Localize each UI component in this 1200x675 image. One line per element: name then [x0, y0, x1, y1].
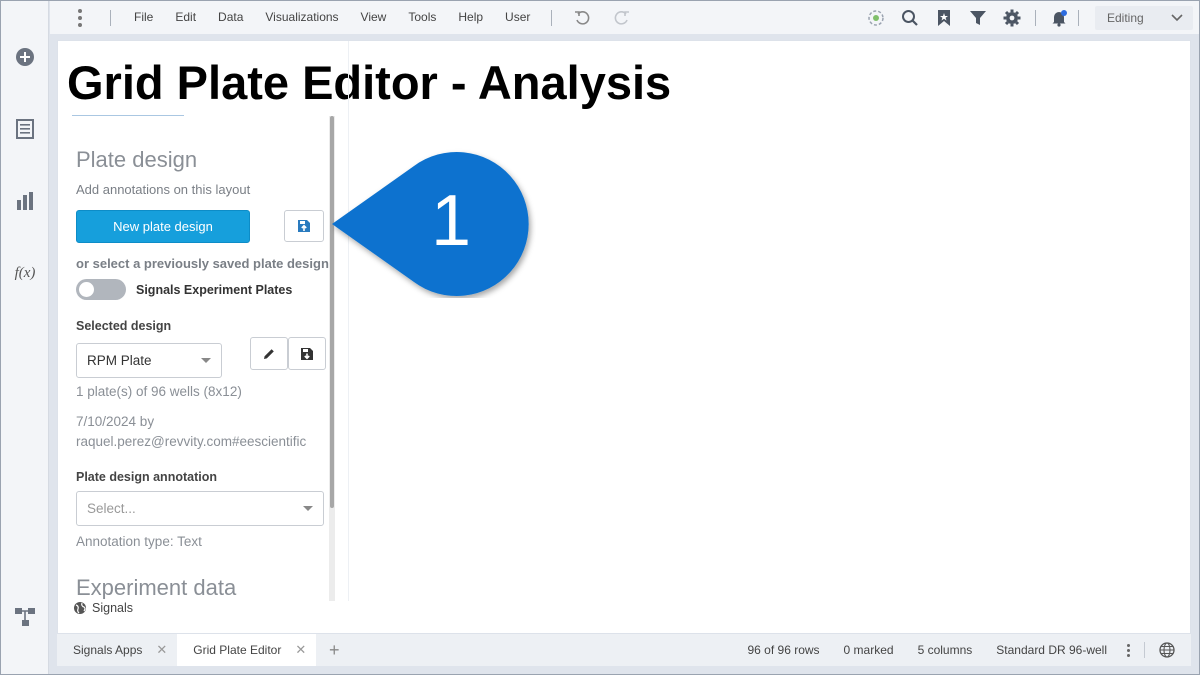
signals-label: Signals — [92, 601, 133, 615]
close-icon[interactable]: ✕ — [156, 642, 167, 658]
notifications-icon[interactable] — [1042, 1, 1076, 34]
status-columns: 5 columns — [917, 643, 973, 657]
close-icon[interactable]: ✕ — [295, 642, 306, 658]
panel-divider — [348, 41, 349, 601]
experiment-data-heading: Experiment data — [76, 575, 237, 599]
tab-label: Signals Apps — [73, 643, 143, 657]
toolbar-divider — [1078, 9, 1079, 26]
signals-plates-toggle[interactable] — [76, 279, 126, 300]
callout-number: 1 — [430, 181, 472, 261]
dropdown-caret-icon — [303, 506, 313, 511]
menu-visualizations[interactable]: Visualizations — [254, 1, 349, 34]
menu-user[interactable]: User — [494, 1, 541, 34]
undo-icon[interactable] — [572, 8, 592, 28]
bar-chart-icon[interactable] — [13, 189, 37, 213]
globe-icon — [74, 602, 86, 614]
signals-link[interactable]: Signals — [73, 601, 133, 615]
status-bar: 96 of 96 rows 0 marked 5 columns Standar… — [736, 634, 1192, 666]
toggle-knob — [79, 282, 94, 297]
menu-help[interactable]: Help — [447, 1, 494, 34]
bookmark-icon[interactable] — [927, 1, 961, 34]
tab-label: Grid Plate Editor — [193, 643, 282, 657]
search-icon[interactable] — [893, 1, 927, 34]
gear-icon[interactable] — [995, 1, 1029, 34]
function-icon[interactable]: f(x) — [13, 261, 37, 285]
status-table[interactable]: Standard DR 96-well — [984, 643, 1119, 657]
kebab-menu-icon[interactable] — [78, 8, 82, 27]
menu-file[interactable]: File — [123, 1, 164, 34]
toolbar-divider — [1035, 9, 1036, 26]
menu-tools[interactable]: Tools — [397, 1, 447, 34]
bottom-bar: Signals Apps ✕ Grid Plate Editor ✕ + 96 … — [57, 634, 1191, 666]
left-rail: f(x) — [1, 1, 49, 674]
page-title: Grid Plate Editor - Analysis — [67, 56, 672, 109]
toolbar-right: Editing — [859, 1, 1199, 34]
add-tab-button[interactable]: + — [316, 640, 352, 661]
menu-data[interactable]: Data — [207, 1, 254, 34]
annotation-type: Annotation type: Text — [76, 534, 202, 549]
annotation-placeholder: Select... — [87, 501, 136, 516]
menu-edit[interactable]: Edit — [164, 1, 207, 34]
import-icon — [298, 220, 310, 232]
new-plate-design-button[interactable]: New plate design — [76, 210, 250, 243]
save-icon — [301, 347, 313, 360]
design-date: 7/10/2024 by — [76, 414, 155, 429]
main-menu: File Edit Data Visualizations View Tools… — [123, 1, 541, 34]
add-icon[interactable] — [13, 45, 37, 69]
annotation-select[interactable]: Select... — [76, 491, 324, 526]
pencil-icon — [264, 348, 274, 359]
redo-icon[interactable] — [612, 8, 632, 28]
design-author: raquel.perez@revvity.com#eescientific — [76, 434, 307, 449]
or-select-text: or select a previously saved plate desig… — [76, 256, 329, 271]
document-icon[interactable] — [13, 117, 37, 141]
menubar: File Edit Data Visualizations View Tools… — [50, 1, 1199, 34]
menubar-divider — [551, 9, 553, 26]
filter-icon[interactable] — [961, 1, 995, 34]
selected-design-select[interactable]: RPM Plate — [76, 343, 222, 378]
status-more-icon[interactable] — [1119, 643, 1144, 657]
dropdown-caret-icon — [201, 358, 211, 363]
data-canvas-icon[interactable] — [13, 605, 37, 629]
selected-design-label: Selected design — [76, 319, 172, 333]
chevron-down-icon — [1171, 13, 1183, 21]
menu-view[interactable]: View — [350, 1, 398, 34]
tab-signals-apps[interactable]: Signals Apps ✕ — [57, 634, 177, 666]
mode-dropdown[interactable]: Editing — [1095, 5, 1193, 30]
language-globe-icon[interactable] — [1145, 642, 1191, 658]
menubar-divider — [110, 9, 111, 26]
mode-label: Editing — [1107, 10, 1144, 25]
ai-assistant-icon[interactable] — [859, 1, 893, 34]
save-design-button[interactable] — [288, 337, 326, 370]
status-rows: 96 of 96 rows — [747, 643, 820, 657]
annotation-label: Plate design annotation — [76, 470, 217, 484]
tab-grid-plate-editor[interactable]: Grid Plate Editor ✕ — [177, 634, 317, 666]
edit-design-button[interactable] — [250, 337, 288, 370]
plate-design-subheading: Add annotations on this layout — [76, 182, 251, 197]
status-marked: 0 marked — [843, 643, 894, 657]
plates-info: 1 plate(s) of 96 wells (8x12) — [76, 384, 242, 399]
plate-design-panel: Plate design Add annotations on this lay… — [58, 116, 337, 599]
visualization-card: Grid Plate Editor - Analysis Plate desig… — [57, 40, 1191, 634]
signals-plates-toggle-label: Signals Experiment Plates — [136, 283, 293, 297]
selected-design-value: RPM Plate — [87, 353, 152, 368]
import-plate-design-button[interactable] — [284, 210, 324, 242]
plate-design-heading: Plate design — [76, 147, 198, 172]
